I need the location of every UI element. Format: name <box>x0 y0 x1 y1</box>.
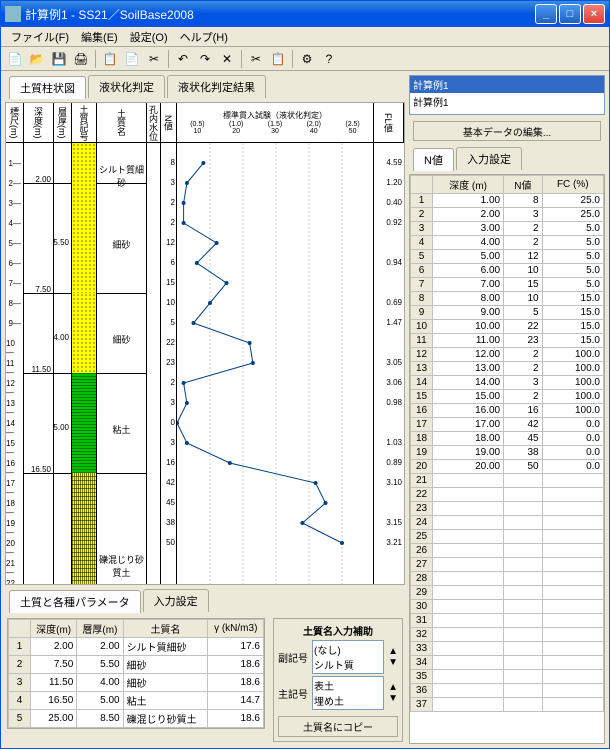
paste-icon[interactable]: 📄 <box>122 49 142 69</box>
hdr-nval: N値 <box>161 103 177 142</box>
menu-file[interactable]: ファイル(F) <box>5 27 75 47</box>
bh-gamma: γ (kN/m3) <box>208 620 264 638</box>
hdr-symbol: 土質記号 <box>72 103 97 142</box>
waterlevel-column <box>147 143 161 585</box>
cut-icon[interactable]: ✂ <box>144 49 164 69</box>
tab-input-settings-2[interactable]: 入力設定 <box>143 589 209 612</box>
sub-select[interactable]: (なし) シルト質 <box>312 640 384 674</box>
close-button[interactable]: × <box>583 4 605 24</box>
soil-param-grid[interactable]: 深度(m) 層厚(m) 土質名 γ (kN/m3) 12.002.00シルト質細… <box>8 619 264 728</box>
open-icon[interactable]: 📂 <box>27 49 47 69</box>
spinner-icon[interactable]: ▲▼ <box>388 682 398 704</box>
hdr-depth: 深度(m) <box>24 103 54 142</box>
cut2-icon[interactable]: ✂ <box>246 49 266 69</box>
spinner-icon[interactable]: ▲▼ <box>388 646 398 668</box>
hdr-thick: 層厚(m) <box>54 103 72 142</box>
soilname-column: シルト質細砂細砂細砂粘土礫混じり砂質土 <box>97 143 147 585</box>
main-label: 主記号 <box>278 686 308 701</box>
bh-depth: 深度(m) <box>31 620 77 638</box>
gh-depth: 深度 (m) <box>433 176 504 194</box>
depth-column: 2.007.5011.5016.50 <box>24 143 54 585</box>
scale-column: 1—2—3—4—5—6—7—8—9—10—11—12—13—14—15—16—1… <box>6 143 24 585</box>
soil-column-view: 標尺(m) 深度(m) 層厚(m) 土質記号 土質名 孔内水位 N値 標準貫入試… <box>5 102 405 585</box>
save-icon[interactable]: 💾 <box>49 49 69 69</box>
menu-settings[interactable]: 設定(O) <box>124 27 174 47</box>
fl-column: 4.591.200.400.920.940.691.473.053.060.98… <box>374 143 404 585</box>
right-tabs: N値 入力設定 <box>409 147 605 170</box>
hdr-graph: 標準貫入試験（液状化判定） (0.5)10(1.0)20(1.5)30(2.0)… <box>177 103 374 142</box>
print-icon[interactable]: 🖨 <box>71 49 91 69</box>
edit-basic-data-button[interactable]: 基本データの編集... <box>413 121 601 141</box>
gh-n: N値 <box>504 176 542 194</box>
settings-icon[interactable]: ⚙ <box>297 49 317 69</box>
toolbar: 📄 📂 💾 🖨 📋 📄 ✂ ↶ ↷ ✕ ✂ 📋 ⚙ ? <box>1 47 609 71</box>
titlebar[interactable]: 計算例1 - SS21／SoilBase2008 _ □ × <box>1 1 609 27</box>
graph-column <box>177 143 374 585</box>
new-icon[interactable]: 📄 <box>5 49 25 69</box>
menu-help[interactable]: ヘルプ(H) <box>174 27 234 47</box>
hdr-fl: FL値 <box>374 103 404 142</box>
thickness-column: 5.504.005.00 <box>54 143 72 585</box>
minimize-button[interactable]: _ <box>535 4 557 24</box>
nvalue-grid[interactable]: 深度 (m) N値 FC (%) 11.00825.022.00325.033.… <box>410 175 604 712</box>
list-item[interactable]: 計算例1 <box>410 76 604 93</box>
hdr-wl: 孔内水位 <box>147 103 161 142</box>
n-line-chart <box>177 143 373 585</box>
undo-icon[interactable]: ↶ <box>173 49 193 69</box>
maximize-button[interactable]: □ <box>559 4 581 24</box>
tab-column-diagram[interactable]: 土質柱状図 <box>9 76 86 99</box>
delete-icon[interactable]: ✕ <box>217 49 237 69</box>
copy-icon[interactable]: 📋 <box>100 49 120 69</box>
gh-fc: FC (%) <box>542 176 603 194</box>
menu-edit[interactable]: 編集(E) <box>75 27 124 47</box>
bottom-tabs: 土質と各種パラメータ 入力設定 <box>5 589 405 612</box>
tab-input-settings[interactable]: 入力設定 <box>456 147 522 170</box>
app-icon <box>5 6 21 22</box>
symbol-column <box>72 143 97 585</box>
bh-thick: 層厚(m) <box>77 620 123 638</box>
left-tabs: 土質柱状図 液状化判定 液状化判定結果 <box>5 75 405 98</box>
list-item[interactable]: 計算例1 <box>410 93 604 110</box>
helper-title: 土質名入力補助 <box>278 623 398 638</box>
redo-icon[interactable]: ↷ <box>195 49 215 69</box>
menubar: ファイル(F) 編集(E) 設定(O) ヘルプ(H) <box>1 27 609 47</box>
copy-to-soilname-button[interactable]: 土質名にコピー <box>278 716 398 737</box>
help-icon[interactable]: ? <box>319 49 339 69</box>
tab-soil-params[interactable]: 土質と各種パラメータ <box>9 590 141 613</box>
hdr-scale: 標尺(m) <box>6 103 24 142</box>
nvalue-column: 832212615105222323031642453850 <box>161 143 177 585</box>
tab-liquefaction[interactable]: 液状化判定 <box>88 75 165 98</box>
main-window: 計算例1 - SS21／SoilBase2008 _ □ × ファイル(F) 編… <box>0 0 610 749</box>
main-select[interactable]: 表土 埋め土 <box>312 676 384 710</box>
case-listbox[interactable]: 計算例1 計算例1 <box>409 75 605 115</box>
tab-liquefaction-result[interactable]: 液状化判定結果 <box>167 75 266 98</box>
input-helper-panel: 土質名入力補助 副記号 (なし) シルト質 ▲▼ 主記号 表土 埋め土 <box>273 618 403 742</box>
hdr-name: 土質名 <box>97 103 147 142</box>
tab-nvalue[interactable]: N値 <box>413 148 454 171</box>
bh-name: 土質名 <box>123 620 208 638</box>
copy2-icon[interactable]: 📋 <box>268 49 288 69</box>
window-title: 計算例1 - SS21／SoilBase2008 <box>25 6 535 23</box>
sub-label: 副記号 <box>278 650 308 665</box>
